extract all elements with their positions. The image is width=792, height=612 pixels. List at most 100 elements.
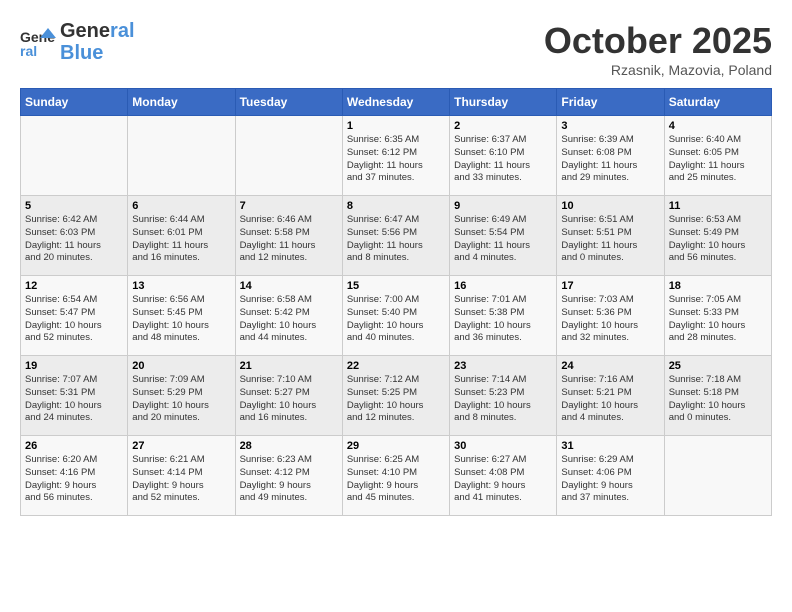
- location-subtitle: Rzasnik, Mazovia, Poland: [544, 62, 772, 78]
- day-info: Sunrise: 7:09 AM Sunset: 5:29 PM Dayligh…: [132, 374, 230, 425]
- day-number: 18: [669, 280, 767, 292]
- day-number: 3: [561, 120, 659, 132]
- day-number: 21: [240, 360, 338, 372]
- day-number: 5: [25, 200, 123, 212]
- day-info: Sunrise: 6:21 AM Sunset: 4:14 PM Dayligh…: [132, 454, 230, 505]
- calendar-week-row: 5 Sunrise: 6:42 AM Sunset: 6:03 PM Daylig…: [21, 196, 772, 276]
- day-number: 2: [454, 120, 552, 132]
- day-number: 24: [561, 360, 659, 372]
- day-info: Sunrise: 6:25 AM Sunset: 4:10 PM Dayligh…: [347, 454, 445, 505]
- day-number: 12: [25, 280, 123, 292]
- calendar-week-row: 1 Sunrise: 6:35 AM Sunset: 6:12 PM Daylig…: [21, 116, 772, 196]
- calendar-cell: 5 Sunrise: 6:42 AM Sunset: 6:03 PM Daylig…: [21, 196, 128, 276]
- calendar-cell: 12 Sunrise: 6:54 AM Sunset: 5:47 PM Dayli…: [21, 276, 128, 356]
- day-info: Sunrise: 7:14 AM Sunset: 5:23 PM Dayligh…: [454, 374, 552, 425]
- calendar-cell: 27 Sunrise: 6:21 AM Sunset: 4:14 PM Dayli…: [128, 436, 235, 516]
- title-block: October 2025 Rzasnik, Mazovia, Poland: [544, 20, 772, 78]
- day-number: 1: [347, 120, 445, 132]
- calendar-cell: 30 Sunrise: 6:27 AM Sunset: 4:08 PM Dayli…: [450, 436, 557, 516]
- calendar-cell: 3 Sunrise: 6:39 AM Sunset: 6:08 PM Daylig…: [557, 116, 664, 196]
- day-number: 8: [347, 200, 445, 212]
- calendar-cell: 28Sunrise: 6:23 AM Sunset: 4:12 PM Dayli…: [235, 436, 342, 516]
- day-info: Sunrise: 6:37 AM Sunset: 6:10 PM Dayligh…: [454, 134, 552, 185]
- calendar-cell: 17 Sunrise: 7:03 AM Sunset: 5:36 PM Dayli…: [557, 276, 664, 356]
- calendar-cell: 9Sunrise: 6:49 AM Sunset: 5:54 PM Daylig…: [450, 196, 557, 276]
- day-number: 26: [25, 440, 123, 452]
- calendar-cell: 23Sunrise: 7:14 AM Sunset: 5:23 PM Dayli…: [450, 356, 557, 436]
- day-info: Sunrise: 7:18 AM Sunset: 5:18 PM Dayligh…: [669, 374, 767, 425]
- calendar-cell: 18 Sunrise: 7:05 AM Sunset: 5:33 PM Dayli…: [664, 276, 771, 356]
- weekday-header-saturday: Saturday: [664, 89, 771, 116]
- day-info: Sunrise: 7:00 AM Sunset: 5:40 PM Dayligh…: [347, 294, 445, 345]
- calendar-cell: 10Sunrise: 6:51 AM Sunset: 5:51 PM Dayli…: [557, 196, 664, 276]
- calendar-cell: 31 Sunrise: 6:29 AM Sunset: 4:06 PM Dayli…: [557, 436, 664, 516]
- calendar-cell: 11 Sunrise: 6:53 AM Sunset: 5:49 PM Dayli…: [664, 196, 771, 276]
- day-info: Sunrise: 6:53 AM Sunset: 5:49 PM Dayligh…: [669, 214, 767, 265]
- calendar-cell: 4Sunrise: 6:40 AM Sunset: 6:05 PM Daylig…: [664, 116, 771, 196]
- logo: Gene ral General Blue: [20, 20, 135, 64]
- weekday-header-tuesday: Tuesday: [235, 89, 342, 116]
- weekday-header-sunday: Sunday: [21, 89, 128, 116]
- calendar-table: SundayMondayTuesdayWednesdayThursdayFrid…: [20, 88, 772, 516]
- day-number: 11: [669, 200, 767, 212]
- day-number: 20: [132, 360, 230, 372]
- calendar-cell: 7Sunrise: 6:46 AM Sunset: 5:58 PM Daylig…: [235, 196, 342, 276]
- day-info: Sunrise: 6:56 AM Sunset: 5:45 PM Dayligh…: [132, 294, 230, 345]
- day-number: 19: [25, 360, 123, 372]
- calendar-cell: 1 Sunrise: 6:35 AM Sunset: 6:12 PM Daylig…: [342, 116, 449, 196]
- day-info: Sunrise: 6:54 AM Sunset: 5:47 PM Dayligh…: [25, 294, 123, 345]
- calendar-cell: 14 Sunrise: 6:58 AM Sunset: 5:42 PM Dayli…: [235, 276, 342, 356]
- logo-icon: Gene ral: [20, 24, 56, 60]
- day-number: 10: [561, 200, 659, 212]
- page-header: Gene ral General Blue October 2025 Rzasn…: [20, 20, 772, 78]
- weekday-header-monday: Monday: [128, 89, 235, 116]
- day-info: Sunrise: 7:01 AM Sunset: 5:38 PM Dayligh…: [454, 294, 552, 345]
- day-number: 29: [347, 440, 445, 452]
- day-info: Sunrise: 7:07 AM Sunset: 5:31 PM Dayligh…: [25, 374, 123, 425]
- weekday-header-wednesday: Wednesday: [342, 89, 449, 116]
- day-number: 17: [561, 280, 659, 292]
- day-info: Sunrise: 7:03 AM Sunset: 5:36 PM Dayligh…: [561, 294, 659, 345]
- calendar-cell: 6 Sunrise: 6:44 AM Sunset: 6:01 PM Daylig…: [128, 196, 235, 276]
- logo-text: General Blue: [60, 20, 135, 64]
- day-number: 6: [132, 200, 230, 212]
- calendar-cell: 8Sunrise: 6:47 AM Sunset: 5:56 PM Daylig…: [342, 196, 449, 276]
- calendar-cell: 26Sunrise: 6:20 AM Sunset: 4:16 PM Dayli…: [21, 436, 128, 516]
- calendar-cell: [128, 116, 235, 196]
- calendar-week-row: 19 Sunrise: 7:07 AM Sunset: 5:31 PM Dayli…: [21, 356, 772, 436]
- day-info: Sunrise: 6:42 AM Sunset: 6:03 PM Dayligh…: [25, 214, 123, 265]
- calendar-cell: [664, 436, 771, 516]
- calendar-week-row: 26Sunrise: 6:20 AM Sunset: 4:16 PM Dayli…: [21, 436, 772, 516]
- month-title: October 2025: [544, 20, 772, 62]
- calendar-cell: 15Sunrise: 7:00 AM Sunset: 5:40 PM Dayli…: [342, 276, 449, 356]
- day-number: 27: [132, 440, 230, 452]
- day-number: 22: [347, 360, 445, 372]
- day-info: Sunrise: 6:44 AM Sunset: 6:01 PM Dayligh…: [132, 214, 230, 265]
- day-info: Sunrise: 7:05 AM Sunset: 5:33 PM Dayligh…: [669, 294, 767, 345]
- day-number: 31: [561, 440, 659, 452]
- calendar-cell: 24Sunrise: 7:16 AM Sunset: 5:21 PM Dayli…: [557, 356, 664, 436]
- day-info: Sunrise: 6:40 AM Sunset: 6:05 PM Dayligh…: [669, 134, 767, 185]
- day-number: 14: [240, 280, 338, 292]
- day-number: 28: [240, 440, 338, 452]
- calendar-cell: 29 Sunrise: 6:25 AM Sunset: 4:10 PM Dayli…: [342, 436, 449, 516]
- day-info: Sunrise: 6:27 AM Sunset: 4:08 PM Dayligh…: [454, 454, 552, 505]
- day-info: Sunrise: 6:35 AM Sunset: 6:12 PM Dayligh…: [347, 134, 445, 185]
- svg-text:ral: ral: [20, 43, 37, 59]
- weekday-header-row: SundayMondayTuesdayWednesdayThursdayFrid…: [21, 89, 772, 116]
- calendar-cell: [235, 116, 342, 196]
- day-info: Sunrise: 7:12 AM Sunset: 5:25 PM Dayligh…: [347, 374, 445, 425]
- calendar-cell: 16 Sunrise: 7:01 AM Sunset: 5:38 PM Dayli…: [450, 276, 557, 356]
- calendar-cell: 13Sunrise: 6:56 AM Sunset: 5:45 PM Dayli…: [128, 276, 235, 356]
- weekday-header-friday: Friday: [557, 89, 664, 116]
- day-info: Sunrise: 6:58 AM Sunset: 5:42 PM Dayligh…: [240, 294, 338, 345]
- day-info: Sunrise: 6:39 AM Sunset: 6:08 PM Dayligh…: [561, 134, 659, 185]
- calendar-cell: 25Sunrise: 7:18 AM Sunset: 5:18 PM Dayli…: [664, 356, 771, 436]
- day-number: 30: [454, 440, 552, 452]
- calendar-cell: 19 Sunrise: 7:07 AM Sunset: 5:31 PM Dayli…: [21, 356, 128, 436]
- day-info: Sunrise: 6:29 AM Sunset: 4:06 PM Dayligh…: [561, 454, 659, 505]
- day-info: Sunrise: 6:46 AM Sunset: 5:58 PM Dayligh…: [240, 214, 338, 265]
- day-number: 16: [454, 280, 552, 292]
- calendar-cell: [21, 116, 128, 196]
- weekday-header-thursday: Thursday: [450, 89, 557, 116]
